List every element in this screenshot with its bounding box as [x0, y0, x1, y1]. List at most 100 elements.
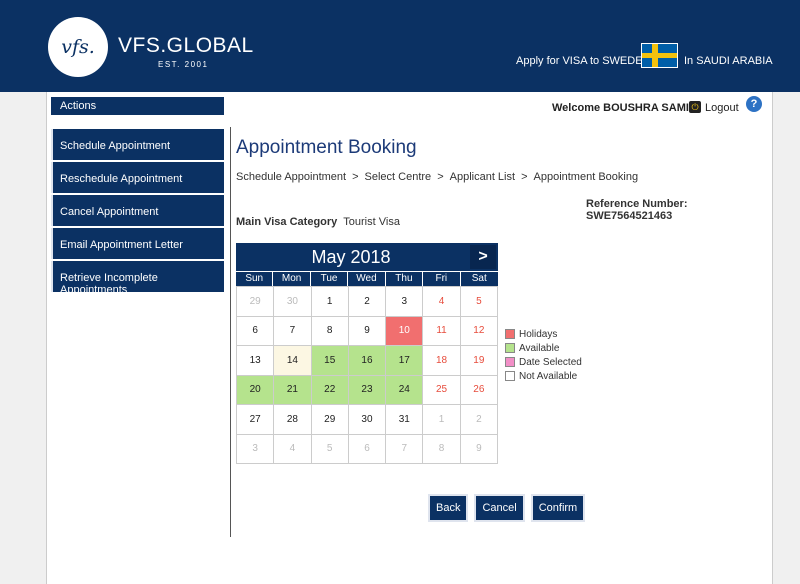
calendar-day: 30: [348, 405, 387, 435]
visa-category: Main Visa Category Tourist Visa: [236, 216, 400, 228]
sidebar-item-retrieve-incomplete[interactable]: Retrieve Incomplete Appointments: [51, 261, 224, 296]
legend-swatch: [505, 329, 515, 339]
calendar-day: 29: [311, 405, 349, 435]
sidebar-item-reschedule-appointment[interactable]: Reschedule Appointment: [51, 162, 224, 193]
help-icon[interactable]: ?: [746, 96, 762, 112]
welcome-text: Welcome BOUSHRA SAMI !: [552, 102, 696, 114]
calendar-day: 12: [460, 316, 498, 346]
breadcrumb-separator: >: [352, 171, 359, 183]
calendar-day: 19: [460, 346, 498, 376]
breadcrumb-item: Schedule Appointment: [236, 171, 347, 183]
vertical-divider: [230, 127, 231, 537]
legend-label: Not Available: [519, 370, 578, 382]
calendar-day: 25: [423, 375, 461, 405]
calendar-day: 31: [386, 405, 424, 435]
power-icon[interactable]: ⏻: [689, 101, 701, 113]
back-button[interactable]: Back: [428, 494, 469, 522]
breadcrumb: Schedule Appointment > Select Centre > Appli…: [236, 171, 638, 183]
weekday-label: Sat: [471, 273, 487, 284]
calendar-day: 3: [237, 434, 275, 464]
calendar-day: 14: [274, 346, 312, 376]
calendar-day: 27: [237, 405, 275, 435]
calendar-day: 13: [237, 346, 275, 376]
calendar-day[interactable]: 22: [311, 375, 349, 405]
calendar: May 2018 > Sun Mon Tue Wed Thu Fri Sat 2…: [236, 243, 498, 464]
calendar-day[interactable]: 23: [348, 375, 387, 405]
calendar-day: 4: [423, 287, 461, 317]
calendar-day: 18: [423, 346, 461, 376]
weekday-label: Thu: [386, 272, 424, 286]
calendar-day: 5: [311, 434, 349, 464]
vfs-logo: vfs.: [48, 17, 108, 77]
calendar-day: 30: [274, 287, 312, 317]
breadcrumb-item: Select Centre: [364, 171, 432, 183]
breadcrumb-item: Appointment Booking: [533, 171, 639, 183]
reference-number: Reference Number: SWE7564521463: [586, 198, 688, 222]
calendar-legend: Holidays Available Date Selected Not Ava…: [505, 327, 582, 383]
logo-text: vfs.: [61, 36, 95, 58]
country-text: In SAUDI ARABIA: [684, 55, 773, 67]
calendar-month-label: May 2018: [311, 247, 391, 267]
confirm-button[interactable]: Confirm: [530, 494, 586, 522]
brand-name: VFS.GLOBAL: [118, 34, 254, 57]
visa-category-label: Main Visa Category: [236, 216, 338, 228]
calendar-day: 10: [386, 316, 424, 346]
legend-label: Date Selected: [519, 356, 582, 368]
calendar-day: 2: [348, 287, 387, 317]
sidebar-item-email-appointment-letter[interactable]: Email Appointment Letter: [51, 228, 224, 259]
sidebar-menu: Schedule Appointment Reschedule Appointm…: [51, 129, 224, 296]
calendar-day: 28: [274, 405, 312, 435]
next-month-button[interactable]: >: [470, 245, 496, 269]
apply-text: Apply for VISA to SWEDEN: [516, 55, 651, 67]
breadcrumb-item: Applicant List: [449, 171, 516, 183]
action-buttons: Back Cancel Confirm: [428, 494, 586, 522]
main-content: Actions Schedule Appointment Reschedule …: [46, 92, 773, 584]
calendar-day: 8: [311, 316, 349, 346]
calendar-day: 9: [348, 316, 387, 346]
legend-swatch: [505, 343, 515, 353]
weekday-label: Tue: [311, 272, 349, 286]
cancel-button[interactable]: Cancel: [474, 494, 525, 522]
calendar-header: May 2018 >: [236, 243, 498, 271]
sidebar-item-cancel-appointment[interactable]: Cancel Appointment: [51, 195, 224, 226]
calendar-day[interactable]: 16: [348, 346, 387, 376]
legend-item: Not Available: [505, 369, 582, 383]
calendar-day[interactable]: 15: [311, 346, 349, 376]
logout-link[interactable]: Logout: [705, 102, 739, 114]
breadcrumb-separator: >: [521, 171, 528, 183]
actions-header: Actions: [51, 97, 224, 115]
site-header: vfs. VFS.GLOBAL EST. 2001 Apply for VISA…: [0, 0, 800, 92]
calendar-day: 4: [274, 434, 312, 464]
legend-swatch: [505, 371, 515, 381]
calendar-day[interactable]: 24: [386, 375, 424, 405]
calendar-day: 1: [311, 287, 349, 317]
weekday-label: Mon: [273, 272, 311, 286]
calendar-grid: 29 30 1 2 3 4 5 6 7 8 9 10 11 12 13 14 15 16 17 18 19 20 21 22 2…: [236, 286, 498, 464]
sweden-flag-icon: [641, 43, 678, 68]
sidebar-item-schedule-appointment[interactable]: Schedule Appointment: [51, 129, 224, 160]
weekday-label: Wed: [348, 272, 386, 286]
calendar-day: 9: [460, 434, 498, 464]
calendar-day: 8: [423, 434, 461, 464]
calendar-day: 7: [386, 434, 424, 464]
calendar-day: 6: [237, 316, 275, 346]
calendar-day: 11: [423, 316, 461, 346]
calendar-day[interactable]: 20: [237, 375, 275, 405]
legend-item: Holidays: [505, 327, 582, 341]
calendar-day: 3: [386, 287, 424, 317]
legend-label: Available: [519, 342, 560, 354]
breadcrumb-separator: >: [437, 171, 444, 183]
calendar-day: 7: [274, 316, 312, 346]
calendar-day: 6: [348, 434, 387, 464]
legend-swatch: [505, 357, 515, 367]
calendar-day: 2: [460, 405, 498, 435]
legend-label: Holidays: [519, 328, 558, 340]
visa-category-value: Tourist Visa: [343, 216, 400, 228]
legend-item: Available: [505, 341, 582, 355]
legend-item: Date Selected: [505, 355, 582, 369]
calendar-day: 29: [237, 287, 275, 317]
page-title: Appointment Booking: [236, 137, 417, 158]
weekday-label: Fri: [423, 272, 461, 286]
calendar-day[interactable]: 17: [386, 346, 424, 376]
calendar-day[interactable]: 21: [274, 375, 312, 405]
